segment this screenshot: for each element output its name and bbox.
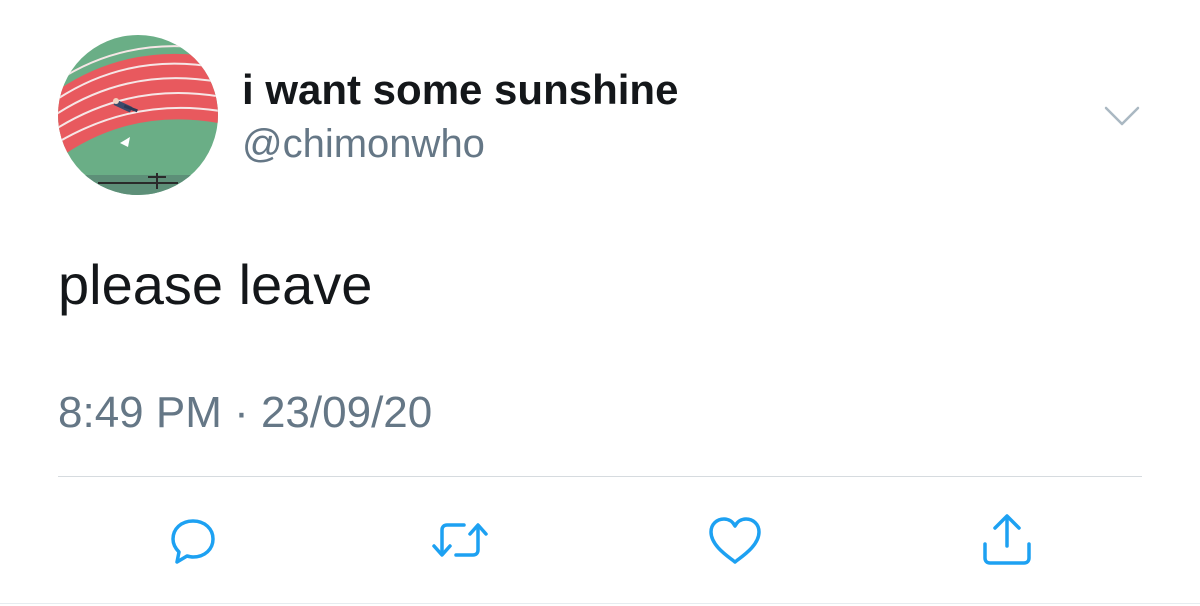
display-name[interactable]: i want some sunshine [242, 66, 678, 114]
divider [58, 476, 1142, 477]
share-icon [983, 514, 1031, 565]
comment-icon [171, 519, 215, 564]
retweet-icon [432, 523, 488, 557]
share-button[interactable] [977, 512, 1037, 568]
user-handle[interactable]: @chimonwho [242, 122, 485, 167]
avatar[interactable] [58, 35, 218, 195]
bottom-divider [0, 603, 1200, 604]
reply-button[interactable] [163, 512, 223, 568]
tweet-timestamp[interactable]: 8:49 PM · 23/09/20 [58, 388, 432, 438]
heart-icon [709, 517, 761, 564]
tweet-text: please leave [58, 253, 373, 316]
chevron-down-icon[interactable] [1100, 100, 1144, 130]
retweet-button[interactable] [430, 512, 490, 568]
tweet-card: i want some sunshine @chimonwho please l… [0, 0, 1200, 606]
avatar-image [58, 35, 218, 195]
like-button[interactable] [705, 512, 765, 568]
